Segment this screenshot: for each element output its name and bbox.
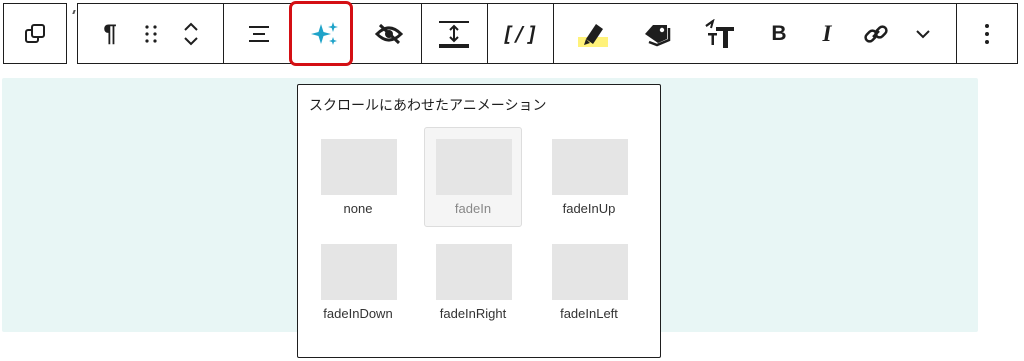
drag-handle-icon	[145, 24, 157, 43]
italic-icon: I	[822, 20, 832, 46]
paragraph-button[interactable]: ¶	[88, 4, 132, 63]
move-up-icon	[184, 22, 198, 31]
option-preview	[321, 139, 397, 195]
popover-title: スクロールにあわせたアニメーション	[309, 97, 547, 113]
paragraph-icon: ¶	[103, 19, 117, 47]
option-label: fadeInRight	[439, 306, 507, 321]
toolbar-divider	[553, 4, 554, 63]
inline-code-button[interactable]: [/]	[488, 4, 552, 63]
option-label: fadeInDown	[323, 306, 393, 321]
animation-popover: スクロールにあわせたアニメーション none fadeIn fadeInUp f…	[297, 84, 661, 358]
hide-icon	[374, 23, 404, 44]
align-button[interactable]	[238, 4, 280, 63]
italic-button[interactable]: I	[806, 4, 848, 63]
option-preview	[321, 244, 397, 300]
tag-button[interactable]	[626, 4, 688, 63]
animation-option-fadeinright[interactable]: fadeInRight	[424, 232, 522, 332]
bold-button[interactable]: B	[758, 4, 800, 63]
code-icon: [/]	[501, 21, 539, 46]
option-preview	[436, 139, 512, 195]
animation-button[interactable]	[292, 4, 356, 63]
block-switcher-group	[3, 3, 67, 64]
option-label: fadeInLeft	[560, 306, 618, 321]
option-preview	[552, 244, 628, 300]
move-down-button[interactable]	[174, 34, 208, 63]
text-size-button[interactable]	[692, 4, 748, 63]
more-options-icon	[985, 23, 989, 44]
chevron-down-icon	[916, 29, 930, 38]
toolbar-divider	[223, 4, 224, 63]
duplicate-icon	[25, 23, 45, 43]
block-toolbar: ¶ [/] B I	[77, 3, 1018, 64]
highlighter-icon	[578, 23, 608, 47]
move-up-button[interactable]	[174, 4, 208, 34]
align-icon	[249, 25, 269, 42]
spacing-icon	[439, 20, 469, 48]
option-preview	[552, 139, 628, 195]
animation-option-fadein[interactable]: fadeIn	[424, 127, 522, 227]
option-label: none	[343, 201, 373, 216]
tag-icon	[645, 24, 671, 46]
spacing-button[interactable]	[422, 4, 486, 63]
animation-option-fadeinup[interactable]: fadeInUp	[540, 127, 638, 227]
animation-option-fadeindown[interactable]: fadeInDown	[309, 232, 407, 332]
link-icon	[864, 24, 888, 43]
duplicate-button[interactable]	[4, 4, 66, 63]
option-label: fadeIn	[454, 201, 492, 216]
link-button[interactable]	[854, 4, 898, 63]
drag-handle-button[interactable]	[134, 4, 168, 63]
move-down-icon	[184, 36, 198, 45]
animation-option-none[interactable]: none	[309, 127, 407, 227]
highlight-button[interactable]	[562, 4, 622, 63]
toolbar-separator-tick	[72, 10, 76, 14]
option-label: fadeInUp	[562, 201, 616, 216]
animation-sparkles-icon	[311, 21, 338, 45]
hide-block-button[interactable]	[358, 4, 420, 63]
animation-option-fadeinleft[interactable]: fadeInLeft	[540, 232, 638, 332]
more-formats-button[interactable]	[902, 4, 944, 63]
options-button[interactable]	[957, 4, 1017, 63]
option-preview	[436, 244, 512, 300]
bold-icon: B	[771, 21, 787, 45]
text-size-icon	[705, 18, 734, 48]
